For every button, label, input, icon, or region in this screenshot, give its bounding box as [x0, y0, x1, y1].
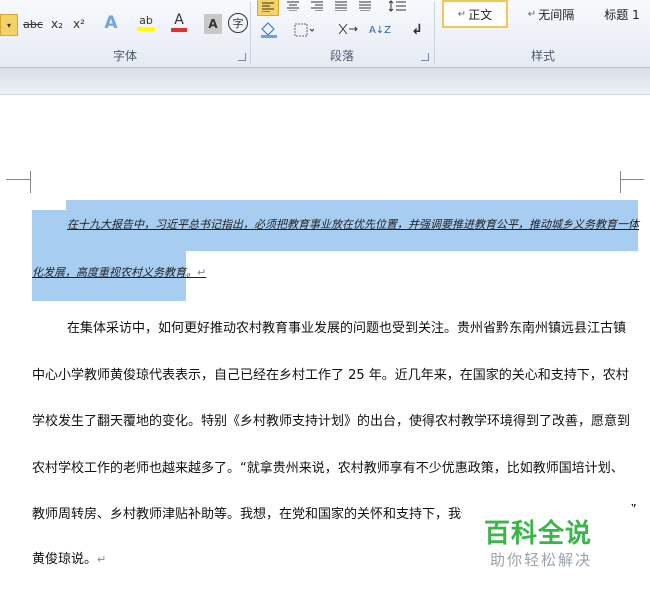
- distributed-icon: [359, 1, 371, 11]
- align-left-icon: [262, 2, 274, 12]
- text-effect-button[interactable]: A: [100, 13, 122, 33]
- align-left-button[interactable]: [257, 0, 279, 16]
- paragraph-mark-icon: ↵: [97, 553, 107, 566]
- indent-gap: [32, 200, 66, 210]
- align-right-button[interactable]: [307, 0, 327, 14]
- selected-text: 化发展，高度重视农村义务教育。: [32, 266, 197, 279]
- strikethrough-button[interactable]: abc: [22, 14, 44, 34]
- char-shading-button[interactable]: A: [204, 14, 222, 34]
- watermark-title: 百科全说: [484, 519, 593, 549]
- chinese-layout-icon: [338, 23, 358, 35]
- body-text-line[interactable]: 农村学校工作的老师也越来越多了。“就拿贵州来说，农村教师享有不少优惠政策，比如教…: [32, 457, 624, 476]
- font-size-dropdown[interactable]: ▾: [0, 14, 18, 36]
- style-heading-1[interactable]: 标题 1: [594, 0, 650, 28]
- font-color-icon: A: [174, 12, 184, 28]
- align-right-icon: [311, 1, 323, 11]
- paragraph-group: A↓Z ↲ 段落: [251, 0, 433, 67]
- style-prefix: ↵: [527, 8, 537, 20]
- align-center-button[interactable]: [283, 0, 303, 14]
- line-spacing-button[interactable]: [387, 0, 409, 14]
- body-text-line[interactable]: 教师周转房、乡村教师津贴补助等。我想，在党和国家的关怀和支持下，我们: [32, 503, 474, 522]
- styles-group-label: 样式: [530, 49, 555, 63]
- highlight-button[interactable]: ab: [132, 12, 160, 32]
- chevron-down-icon: ▾: [6, 20, 11, 30]
- margin-mark: [620, 171, 621, 193]
- paint-bucket-icon: [261, 22, 277, 38]
- body-text: 黄俊琼说。: [32, 552, 98, 567]
- body-text-line[interactable]: 学校发生了翻天覆地的变化。特别《乡村教师支持计划》的出台，使得农村教学环境得到了…: [32, 410, 630, 429]
- margin-mark: [30, 171, 31, 193]
- subscript-button[interactable]: x₂: [48, 14, 66, 34]
- body-text-line[interactable]: 中心小学教师黄俊琼代表表示，自己已经在乡村工作了 25 年。近几年来，在国家的关…: [32, 364, 629, 383]
- font-group: ▾ abc x₂ x² A ab A A 字 字体: [0, 0, 250, 67]
- superscript-button[interactable]: x²: [70, 14, 88, 34]
- group-divider: [434, 2, 435, 64]
- margin-mark: [620, 179, 644, 180]
- line-spacing-icon: [389, 0, 406, 12]
- body-text-line[interactable]: 在集体采访中，如何更好推动农村教育事业发展的问题也受到关注。贵州省黔东南州镇远县…: [67, 317, 626, 336]
- align-center-icon: [287, 1, 299, 11]
- borders-icon: [294, 23, 314, 37]
- show-formatting-button[interactable]: ↲: [407, 20, 427, 40]
- font-group-label: 字体: [112, 49, 137, 63]
- borders-button[interactable]: [291, 20, 317, 40]
- highlight-color-bar: [137, 26, 155, 31]
- font-color-button[interactable]: A: [168, 12, 190, 32]
- style-no-spacing[interactable]: ↵ 无间隔: [516, 0, 586, 28]
- dialog-launcher-icon[interactable]: [238, 53, 246, 61]
- ruler-band: [0, 68, 650, 95]
- paragraph-mark-icon: ↲: [411, 22, 423, 38]
- distributed-button[interactable]: [355, 0, 375, 14]
- justify-button[interactable]: [331, 0, 351, 14]
- justify-icon: [335, 1, 347, 11]
- body-text-line[interactable]: 黄俊琼说。↵: [32, 548, 106, 567]
- paragraph-mark-icon: ↵: [197, 266, 207, 279]
- watermark-logo: 百科全说 助你轻松解决: [462, 505, 632, 577]
- style-label: 无间隔: [538, 7, 575, 22]
- selected-text-line[interactable]: 在十九大报告中，习近平总书记指出，必须把教育事业放在优先位置，并强调要推进教育公…: [67, 216, 639, 232]
- sort-icon: A↓Z: [368, 24, 392, 36]
- style-label: 标题 1: [604, 7, 640, 22]
- style-normal[interactable]: ↵ 正文: [442, 0, 508, 28]
- highlight-icon: ab: [139, 13, 153, 27]
- dialog-launcher-icon[interactable]: [421, 53, 429, 61]
- shading-button[interactable]: [257, 20, 283, 40]
- chinese-layout-button[interactable]: [335, 19, 361, 39]
- selected-text-line[interactable]: 化发展，高度重视农村义务教育。↵: [32, 264, 206, 280]
- style-prefix: ↵: [457, 8, 467, 20]
- enclose-char-button[interactable]: 字: [228, 13, 248, 33]
- ribbon: ▾ abc x₂ x² A ab A A 字 字体 A↓Z ↲ 段落 ↵ 正文 …: [0, 0, 650, 68]
- sort-button[interactable]: A↓Z: [367, 20, 393, 40]
- paragraph-group-label: 段落: [329, 49, 354, 63]
- margin-mark: [6, 179, 30, 180]
- styles-group: ↵ 正文 ↵ 无间隔 标题 1 样式: [436, 0, 650, 67]
- style-label: 正文: [468, 7, 493, 22]
- font-color-bar: [171, 28, 187, 32]
- watermark-subtitle: 助你轻松解决: [490, 551, 593, 569]
